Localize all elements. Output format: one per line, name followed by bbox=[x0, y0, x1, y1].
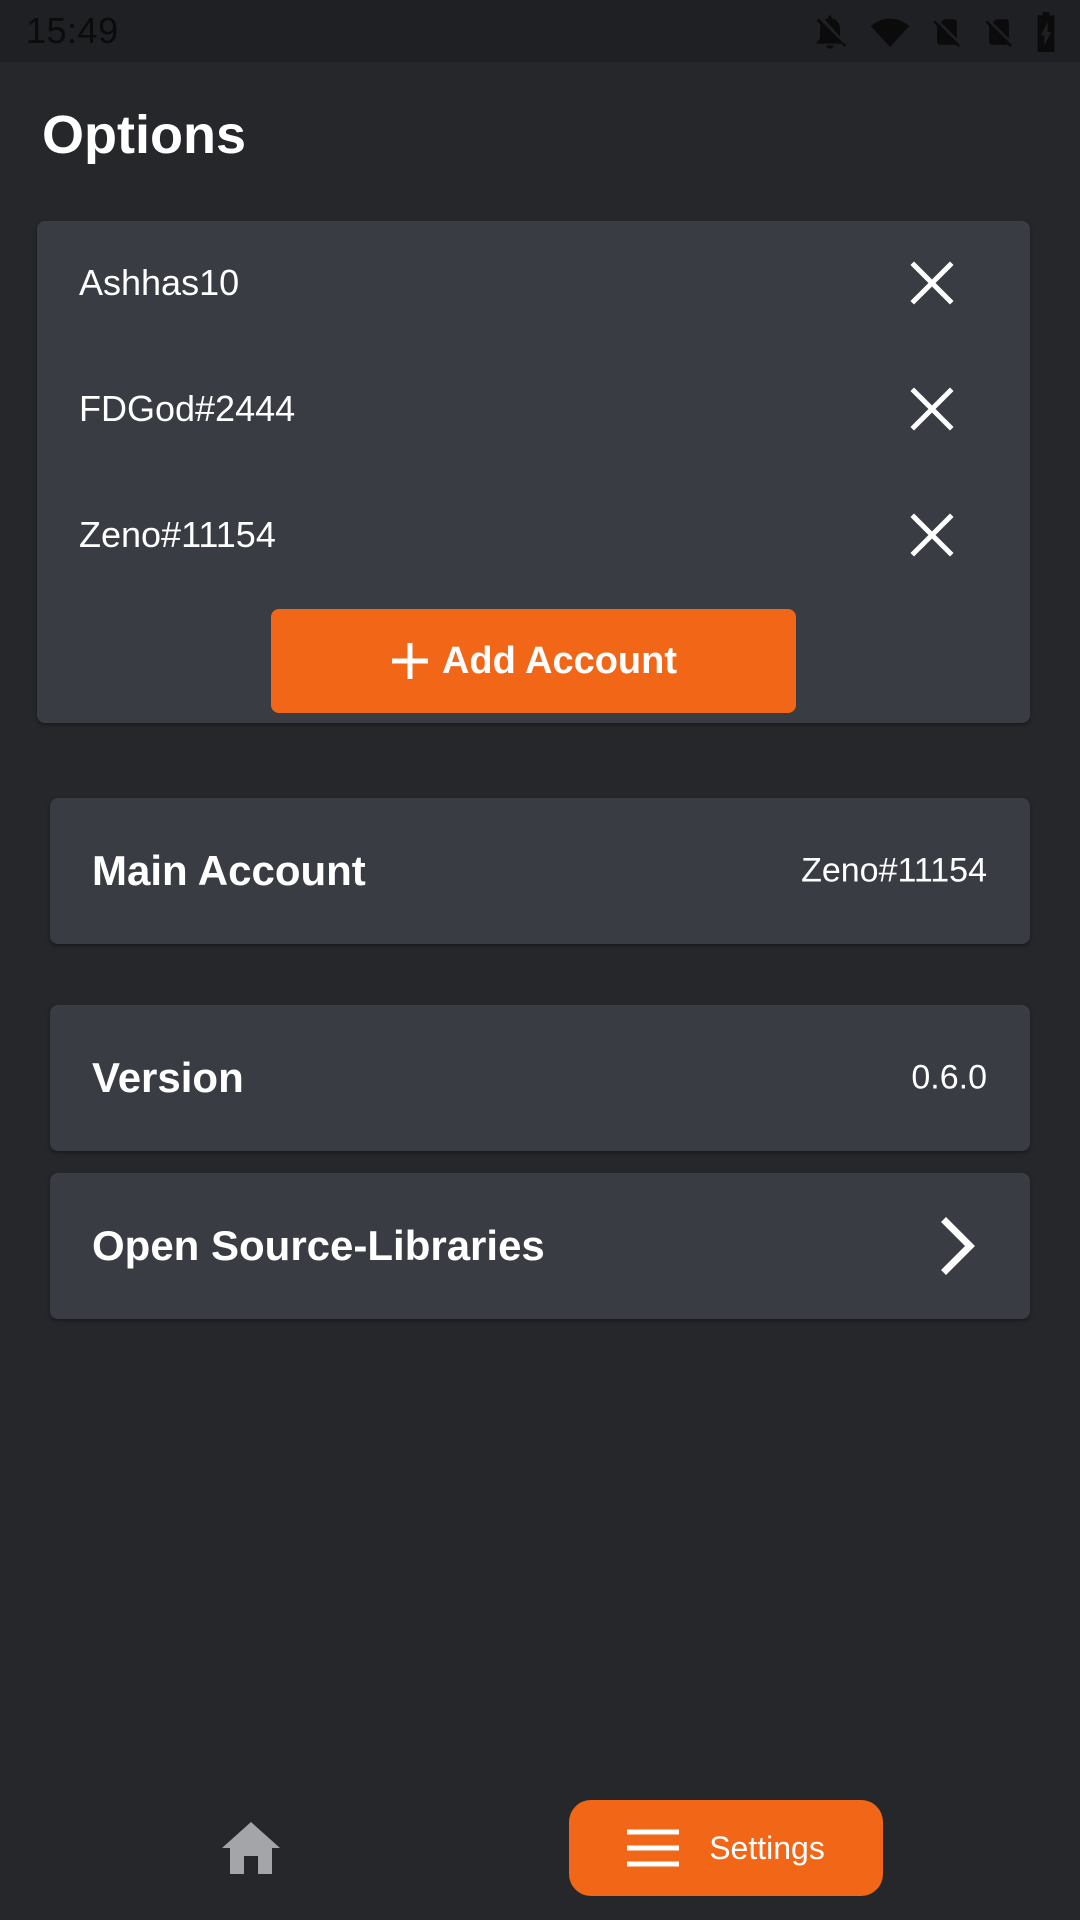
battery-charging-icon bbox=[1034, 12, 1058, 52]
wifi-icon bbox=[868, 12, 912, 52]
close-icon bbox=[910, 261, 954, 305]
status-icons bbox=[810, 12, 1058, 52]
remove-account-button[interactable] bbox=[897, 248, 967, 318]
main-account-card[interactable]: Main Account Zeno#11154 bbox=[50, 798, 1030, 944]
bottom-nav: Settings bbox=[0, 1780, 1080, 1920]
account-name: FDGod#2444 bbox=[79, 388, 296, 429]
open-source-libraries-item[interactable]: Open Source-Libraries bbox=[50, 1173, 1030, 1319]
main-account-label: Main Account bbox=[92, 847, 366, 894]
plus-icon bbox=[391, 643, 428, 679]
notifications-off-icon bbox=[810, 12, 850, 52]
home-icon bbox=[222, 1822, 280, 1874]
accounts-card: Ashhas10 FDGod#2444 Zeno#11154 Add Accou… bbox=[37, 221, 1030, 723]
remove-account-button[interactable] bbox=[897, 500, 967, 570]
add-account-label: Add Account bbox=[441, 639, 677, 682]
account-name: Zeno#11154 bbox=[79, 514, 276, 555]
no-sim-icon bbox=[982, 12, 1016, 52]
open-source-libraries-label: Open Source-Libraries bbox=[92, 1222, 545, 1269]
no-sim-icon bbox=[930, 12, 964, 52]
account-row: Ashhas10 bbox=[37, 233, 1030, 333]
remove-account-button[interactable] bbox=[897, 374, 967, 444]
close-icon bbox=[910, 387, 954, 431]
add-account-button[interactable]: Add Account bbox=[271, 609, 796, 713]
settings-nav-button[interactable]: Settings bbox=[569, 1800, 883, 1896]
main-account-value: Zeno#11154 bbox=[801, 851, 987, 890]
account-name: Ashhas10 bbox=[79, 262, 240, 303]
settings-label: Settings bbox=[709, 1829, 825, 1866]
status-time: 15:49 bbox=[26, 10, 119, 51]
menu-icon bbox=[627, 1829, 680, 1867]
version-value: 0.6.0 bbox=[911, 1058, 987, 1097]
chevron-right-icon bbox=[941, 1217, 975, 1275]
close-icon bbox=[910, 513, 954, 557]
version-card: Version 0.6.0 bbox=[50, 1005, 1030, 1151]
account-row: Zeno#11154 bbox=[37, 485, 1030, 585]
page-title: Options bbox=[42, 105, 246, 165]
status-bar: 15:49 bbox=[0, 0, 1080, 62]
home-button[interactable] bbox=[218, 1818, 284, 1878]
version-label: Version bbox=[92, 1054, 244, 1101]
account-row: FDGod#2444 bbox=[37, 359, 1030, 459]
